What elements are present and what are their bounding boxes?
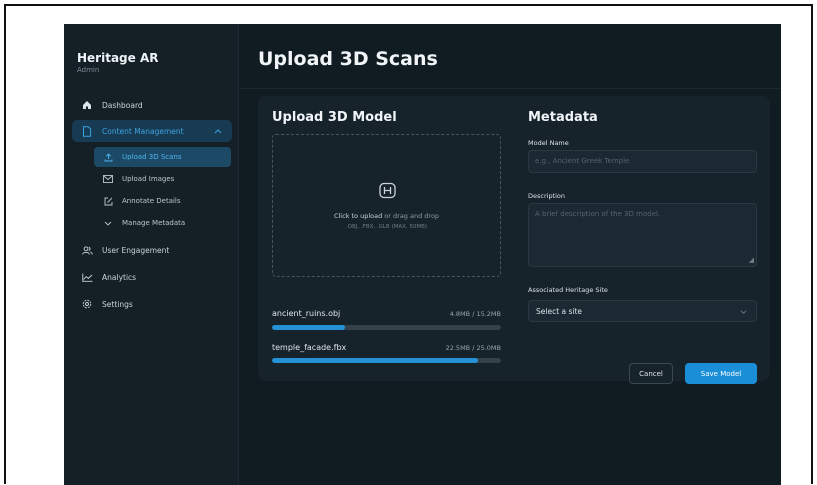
chevron-up-icon[interactable] <box>214 127 222 136</box>
resize-handle-icon[interactable]: ◢ <box>749 257 754 264</box>
metadata-section-title: Metadata <box>528 110 598 125</box>
sidebar-item-settings[interactable]: Settings <box>72 293 232 315</box>
sidebar-subitem-label: Upload 3D Scans <box>122 153 182 161</box>
site-select[interactable]: Select a site <box>528 300 757 322</box>
home-icon <box>80 98 94 112</box>
site-label: Associated Heritage Site <box>528 286 608 294</box>
file-dropzone[interactable]: Click to upload or drag and drop .OBJ, .… <box>272 134 501 277</box>
sidebar-item-analytics[interactable]: Analytics <box>72 266 232 288</box>
edit-icon <box>102 197 114 206</box>
dropzone-instructions: Click to upload or drag and drop <box>273 212 500 220</box>
cancel-button[interactable]: Cancel <box>629 363 673 384</box>
sidebar-subitem-upload-3d-scans[interactable]: Upload 3D Scans <box>94 147 231 167</box>
chart-icon <box>80 270 94 284</box>
sidebar-subitem-label: Manage Metadata <box>122 219 186 227</box>
upload-section-title: Upload 3D Model <box>272 110 397 125</box>
file-size: 4.8MB / 15.2MB <box>449 310 501 318</box>
upload-icon <box>102 152 114 162</box>
sidebar-subitem-manage-metadata[interactable]: Manage Metadata <box>94 213 231 233</box>
file-name: ancient_ruins.obj <box>272 309 341 318</box>
page-title: Upload 3D Scans <box>258 48 438 70</box>
model-name-label: Model Name <box>528 139 569 147</box>
sidebar-subitem-annotate-details[interactable]: Annotate Details <box>94 191 231 211</box>
file-size: 22.5MB / 25.0MB <box>445 344 501 352</box>
progress-fill <box>272 325 346 330</box>
model-name-input[interactable]: e.g., Ancient Greek Temple <box>528 150 757 173</box>
sidebar-item-content-management[interactable]: Content Management <box>72 120 232 142</box>
app-title: Heritage AR <box>77 51 159 65</box>
site-select-value: Select a site <box>536 306 583 316</box>
dropzone-action[interactable]: Click to upload <box>334 212 382 220</box>
sidebar-item-dashboard[interactable]: Dashboard <box>72 94 232 116</box>
description-placeholder: A brief description of the 3D model. <box>535 210 661 218</box>
sidebar-subitem-label: Upload Images <box>122 175 175 183</box>
sidebar-item-user-engagement[interactable]: User Engagement <box>72 239 232 261</box>
sidebar-subitem-label: Annotate Details <box>122 197 181 205</box>
sidebar-subitem-upload-images[interactable]: Upload Images <box>94 169 231 189</box>
upload-card: Upload 3D Model Click to upload or drag … <box>258 96 770 384</box>
upload-progress-bar <box>272 325 501 330</box>
chevron-down-icon <box>102 221 114 226</box>
file-name: temple_facade.fbx <box>272 343 347 352</box>
users-icon <box>80 243 94 257</box>
dropzone-rest: or drag and drop <box>382 212 440 220</box>
image-icon <box>102 175 114 183</box>
sidebar: Heritage AR Admin Dashboard Content Mana… <box>64 24 239 485</box>
chevron-down-icon <box>740 307 747 316</box>
dropzone-formats: .OBJ, .FBX, .GLB (MAX. 50MB) <box>345 224 428 230</box>
user-role: Admin <box>77 66 100 74</box>
description-textarea[interactable]: A brief description of the 3D model. ◢ <box>528 203 757 267</box>
header-divider <box>240 88 781 89</box>
upload-box-icon <box>379 182 396 199</box>
screenshot-frame: Heritage AR Admin Dashboard Content Mana… <box>4 4 813 485</box>
gear-icon <box>80 297 94 311</box>
save-model-button[interactable]: Save Model <box>685 363 757 384</box>
app-window: Heritage AR Admin Dashboard Content Mana… <box>64 24 781 485</box>
description-label: Description <box>528 192 566 200</box>
sidebar-item-label: Dashboard <box>102 100 143 110</box>
document-icon <box>80 124 94 138</box>
upload-progress-bar <box>272 358 501 363</box>
sidebar-item-label: Settings <box>102 299 133 309</box>
sidebar-item-label: Analytics <box>102 272 137 282</box>
sidebar-item-label: User Engagement <box>102 245 170 255</box>
sidebar-item-label: Content Management <box>102 126 184 136</box>
progress-fill <box>272 358 479 363</box>
